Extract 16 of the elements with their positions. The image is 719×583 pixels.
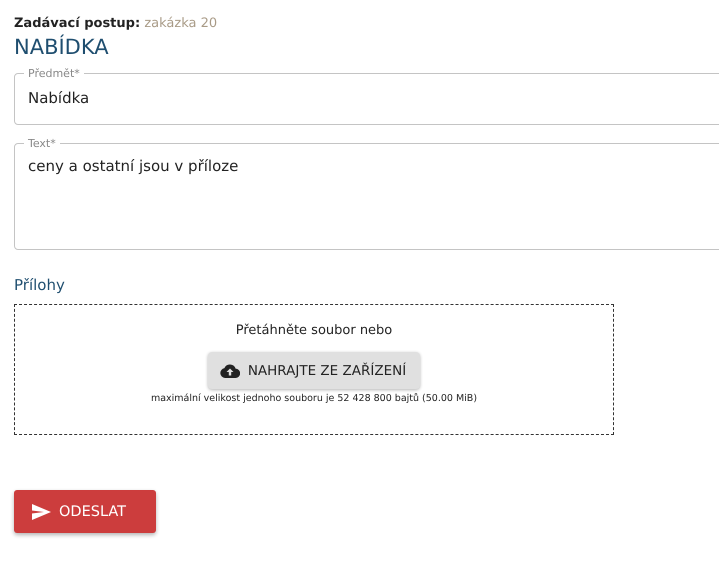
section-title: Přílohy: [14, 276, 66, 294]
field-value: Nabídka: [28, 89, 90, 107]
drop-hint: Přetáhněte soubor nebo: [236, 323, 392, 338]
input-field[interactable]: Předmět* Nabídka: [14, 67, 719, 125]
cloud-upload-icon: [220, 364, 240, 378]
page-title: NABÍDKA: [14, 35, 110, 59]
submit-button[interactable]: ODESLAT: [14, 490, 156, 533]
upload-button[interactable]: NAHRAJTE ZE ZAŘÍZENÍ: [208, 352, 420, 389]
send-icon: [32, 504, 51, 520]
field-value: ceny a ostatní jsou v příloze: [28, 157, 238, 175]
field-label: Text*: [27, 137, 57, 150]
breadcrumb: Zadávací postup: zakázka 20: [14, 16, 218, 31]
drop-zone[interactable]: Přetáhněte soubor nebo NAHRAJTE ZE ZAŘÍZENÍ maximální velikost jednoho souboru je 52 428 800 bajtů (50.00 MiB): [14, 304, 614, 435]
size-note: maximální velikost jednoho souboru je 52 428 800 bajtů (50.00 MiB): [150, 393, 478, 404]
field-label: Předmět*: [27, 67, 81, 80]
text-area[interactable]: Text* ceny a ostatní jsou v příloze: [14, 137, 719, 250]
